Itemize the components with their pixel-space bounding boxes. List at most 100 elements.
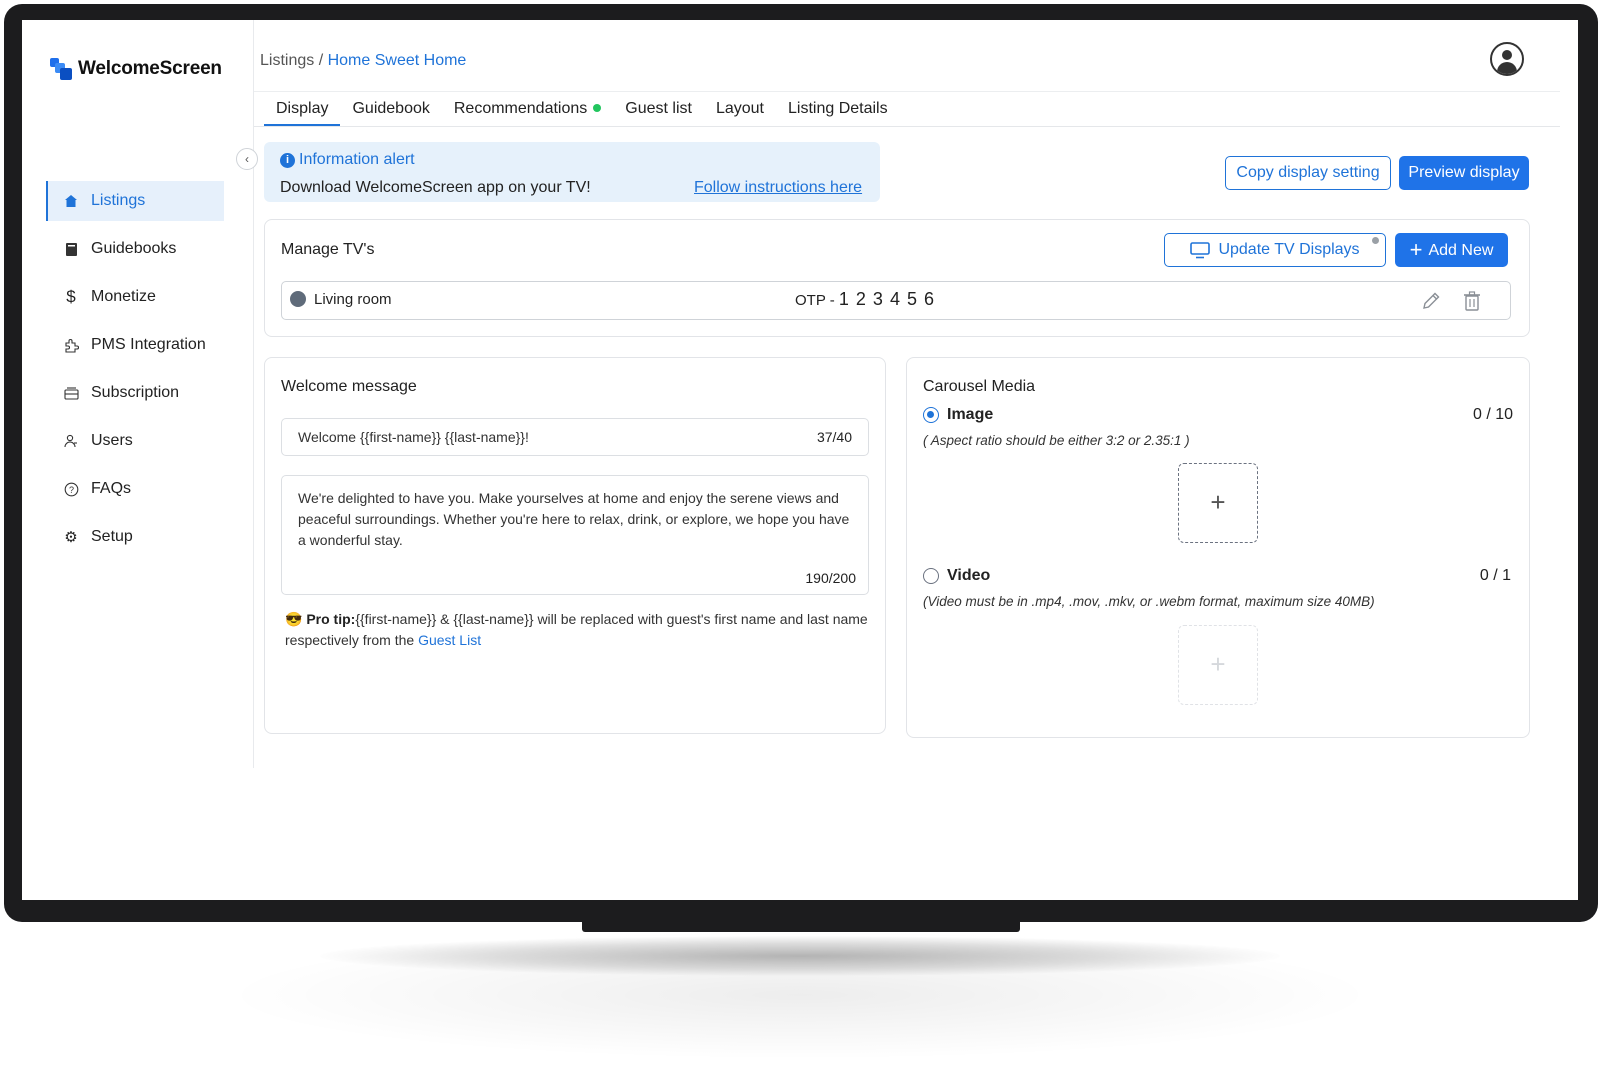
app-screen: WelcomeScreen Listings Guidebooks $ Mone…: [22, 20, 1578, 900]
tab-guest-list[interactable]: Guest list: [613, 98, 704, 126]
sidebar-item-label: FAQs: [91, 480, 132, 497]
carousel-media-title: Carousel Media: [923, 378, 1036, 395]
tab-bar: Display Guidebook Recommendations Guest …: [264, 98, 900, 126]
welcome-headline-value: Welcome {{first-name}} {{last-name}}!: [298, 429, 529, 445]
guest-list-link[interactable]: Guest List: [418, 632, 481, 648]
image-hint: ( Aspect ratio should be either 3:2 or 2…: [923, 433, 1190, 448]
video-option[interactable]: Video: [923, 567, 990, 585]
sidebar-item-label: Monetize: [91, 288, 156, 305]
collapse-sidebar-button[interactable]: ‹: [236, 148, 258, 170]
sidebar-item-label: Users: [91, 432, 133, 449]
pencil-icon[interactable]: [1420, 290, 1442, 312]
sidebar-item-subscription[interactable]: Subscription: [46, 373, 224, 413]
manage-tvs-title: Manage TV's: [281, 241, 375, 258]
image-radio[interactable]: [923, 407, 939, 423]
book-icon: [63, 242, 79, 257]
home-icon: [63, 194, 79, 208]
sidebar-item-pms-integration[interactable]: PMS Integration: [46, 325, 224, 365]
tv-stand: [582, 920, 1020, 932]
video-count: 0 / 1: [1479, 567, 1511, 584]
update-tv-displays-button[interactable]: Update TV Displays: [1164, 233, 1386, 267]
tv-list-item[interactable]: Living room OTP - 1 2 3 4 5 6: [281, 281, 1511, 320]
video-upload-button: +: [1178, 625, 1258, 705]
image-upload-button[interactable]: +: [1178, 463, 1258, 543]
puzzle-icon: [63, 338, 79, 353]
breadcrumb-separator: /: [314, 52, 328, 69]
user-icon: [63, 434, 79, 448]
breadcrumb-root[interactable]: Listings: [260, 52, 314, 69]
carousel-media-card: Carousel Media Image 0 / 10 ( Aspect rat…: [906, 357, 1530, 738]
dollar-icon: $: [66, 287, 76, 306]
stand-shadow: [320, 936, 1280, 976]
sidebar-nav: Listings Guidebooks $ Monetize PMS Integ…: [46, 181, 224, 565]
tab-label: Recommendations: [453, 100, 588, 117]
logo: WelcomeScreen: [50, 58, 222, 80]
info-alert: i Information alert Download WelcomeScre…: [264, 142, 880, 202]
tab-recommendations[interactable]: Recommendations: [442, 98, 613, 126]
sidebar-item-users[interactable]: Users: [46, 421, 224, 461]
sidebar-item-label: PMS Integration: [91, 336, 206, 353]
welcome-message-card: Welcome message Welcome {{first-name}} {…: [264, 357, 886, 734]
add-new-label: Add New: [1428, 242, 1494, 259]
sidebar-item-listings[interactable]: Listings: [46, 181, 224, 221]
video-hint: (Video must be in .mp4, .mov, .mkv, or .…: [923, 594, 1375, 609]
sidebar: WelcomeScreen Listings Guidebooks $ Mone…: [22, 20, 254, 768]
body-char-count: 190/200: [805, 570, 856, 586]
breadcrumb: Listings / Home Sweet Home: [260, 52, 466, 70]
alert-text: Download WelcomeScreen app on your TV!: [280, 179, 591, 196]
sidebar-item-label: Setup: [91, 528, 133, 545]
tab-display[interactable]: Display: [264, 98, 341, 126]
pro-tip-label: Pro tip:: [306, 611, 356, 627]
pro-tip-text: {{first-name}} & {{last-name}} will be r…: [285, 611, 868, 648]
headline-char-count: 37/40: [816, 429, 852, 445]
alert-title: i Information alert: [280, 151, 415, 169]
tv-name: Living room: [314, 291, 392, 308]
video-label: Video: [947, 567, 991, 584]
alert-title-text: Information alert: [299, 151, 415, 168]
sidebar-item-faqs[interactable]: ? FAQs: [46, 469, 224, 509]
status-dot: [1372, 237, 1379, 244]
otp-label: OTP -: [795, 292, 839, 309]
update-tv-displays-label: Update TV Displays: [1218, 241, 1360, 258]
tab-guidebook[interactable]: Guidebook: [340, 98, 441, 126]
header-divider: [254, 91, 1560, 92]
status-dot: [593, 104, 602, 112]
pro-tip: 😎 Pro tip:{{first-name}} & {{last-name}}…: [285, 609, 875, 651]
image-label: Image: [947, 406, 994, 423]
avatar[interactable]: [1490, 42, 1524, 76]
sidebar-item-monetize[interactable]: $ Monetize: [46, 277, 224, 317]
logo-icon: [50, 58, 72, 80]
app-name: WelcomeScreen: [78, 58, 222, 79]
info-icon: i: [280, 152, 295, 168]
monitor-icon: [1190, 241, 1211, 258]
subscription-icon: [63, 386, 79, 400]
follow-instructions-link[interactable]: Follow instructions here: [694, 179, 862, 197]
sidebar-item-guidebooks[interactable]: Guidebooks: [46, 229, 224, 269]
avatar-icon: [1502, 50, 1512, 60]
sunglasses-icon: 😎: [285, 611, 303, 627]
tab-layout[interactable]: Layout: [704, 98, 776, 126]
trash-icon[interactable]: [1461, 290, 1483, 312]
tabs-divider: [254, 126, 1560, 127]
video-radio[interactable]: [923, 568, 939, 584]
sidebar-item-setup[interactable]: ⚙ Setup: [46, 517, 224, 557]
manage-tvs-card: Manage TV's Update TV Displays + Add New …: [264, 219, 1530, 337]
otp-code: 1 2 3 4 5 6: [838, 289, 935, 309]
welcome-body-textarea[interactable]: We're delighted to have you. Make yourse…: [281, 475, 869, 595]
plus-icon: +: [1409, 237, 1423, 262]
gear-icon: ⚙: [64, 529, 78, 546]
svg-text:?: ?: [68, 485, 73, 495]
preview-display-button[interactable]: Preview display: [1399, 156, 1529, 190]
tv-otp: OTP - 1 2 3 4 5 6: [795, 289, 935, 310]
breadcrumb-current[interactable]: Home Sweet Home: [328, 52, 467, 69]
image-option[interactable]: Image: [923, 406, 993, 424]
tv-status-icon: [290, 291, 306, 307]
question-icon: ?: [63, 482, 79, 497]
add-new-tv-button[interactable]: + Add New: [1395, 233, 1508, 267]
copy-display-setting-button[interactable]: Copy display setting: [1225, 156, 1391, 190]
tab-listing-details[interactable]: Listing Details: [776, 98, 900, 126]
welcome-body-value: We're delighted to have you. Make yourse…: [298, 490, 850, 548]
image-count: 0 / 10: [1472, 406, 1513, 423]
sidebar-item-label: Subscription: [91, 384, 180, 401]
welcome-headline-input[interactable]: Welcome {{first-name}} {{last-name}}! 37…: [281, 418, 869, 456]
